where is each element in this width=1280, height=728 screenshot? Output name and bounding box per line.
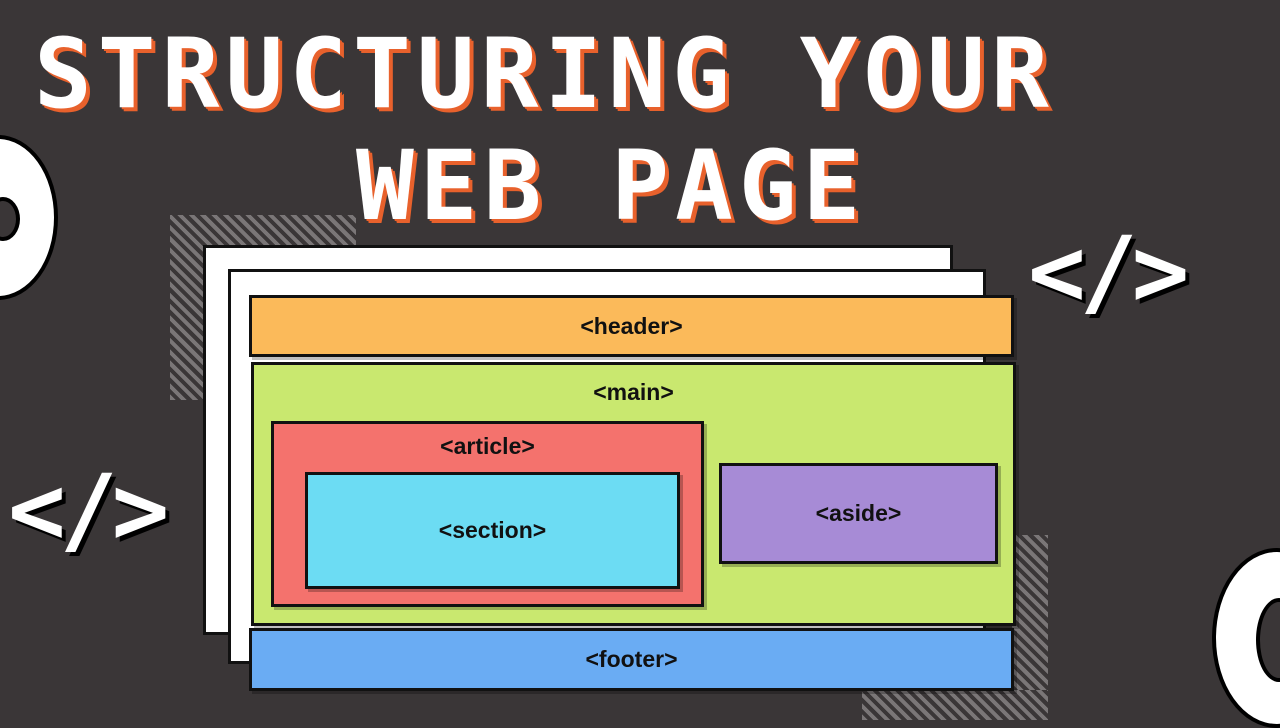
aside-label: <aside>: [815, 500, 902, 526]
main-label: <main>: [593, 379, 674, 405]
code-symbol-icon-right: </>: [1028, 216, 1189, 328]
code-symbol-icon-left: </>: [8, 454, 169, 566]
aside-box: <aside>: [719, 463, 998, 564]
circle-ring-icon-left: [0, 135, 58, 300]
footer-label: <footer>: [585, 646, 678, 672]
title-line-1: STRUCTURING YOUR: [34, 18, 1055, 130]
hatch-pattern-bottom-right: [1012, 535, 1048, 695]
title-line-2: WEB PAGE: [356, 130, 867, 242]
section-label: <section>: [438, 517, 547, 543]
footer-box: <footer>: [249, 628, 1014, 691]
header-box: <header>: [249, 295, 1014, 357]
article-label: <article>: [440, 433, 535, 459]
header-label: <header>: [580, 312, 683, 339]
circle-ring-icon-right: [1212, 548, 1280, 728]
hatch-pattern-bottom: [862, 690, 1048, 720]
section-box: <section>: [305, 472, 680, 589]
